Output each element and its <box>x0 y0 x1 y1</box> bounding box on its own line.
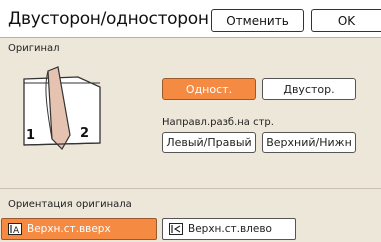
orientation-top-up-button[interactable]: A Верхн.ст.вверх <box>1 218 157 240</box>
page-split-direction-label: Направл.разб.на стр. <box>162 117 274 128</box>
duplex-original-illustration: 1 2 <box>23 66 101 150</box>
section-divider <box>0 188 381 189</box>
orientation-top-left-button[interactable]: Верхн.ст.влево <box>162 218 296 240</box>
page-number-2: 2 <box>80 126 89 141</box>
svg-text:A: A <box>13 226 20 235</box>
header-divider <box>0 37 381 38</box>
original-section-label: Оригинал <box>8 43 60 54</box>
left-right-button[interactable]: Левый/Правый <box>162 132 256 153</box>
page-title: Двусторон/односторон <box>8 9 209 29</box>
cancel-button[interactable]: Отменить <box>211 9 304 32</box>
header-bar: Двусторон/односторон Отменить OK <box>0 0 381 38</box>
page-number-1: 1 <box>26 128 35 143</box>
orientation-section-label: Ориентация оригинала <box>8 199 132 210</box>
one-sided-button[interactable]: Одност. <box>162 78 256 100</box>
top-bottom-button[interactable]: Верхний/Нижн <box>262 132 356 153</box>
top-left-icon <box>169 223 183 235</box>
ok-button[interactable]: OK <box>311 9 381 32</box>
two-sided-button[interactable]: Двустор. <box>262 78 356 100</box>
orientation-top-left-label: Верхн.ст.влево <box>188 223 272 235</box>
top-up-icon: A <box>8 223 22 235</box>
orientation-top-up-label: Верхн.ст.вверх <box>27 223 111 235</box>
